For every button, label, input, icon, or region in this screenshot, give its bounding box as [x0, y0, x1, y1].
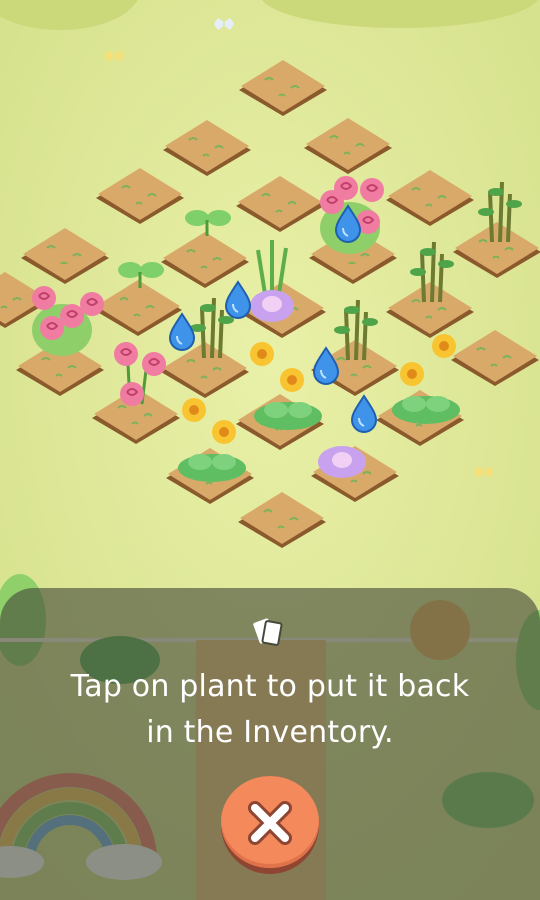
close-icon — [248, 801, 292, 845]
tutorial-line-2: in the Inventory. — [146, 715, 394, 750]
tutorial-line-1: Tap on plant to put it back — [70, 669, 470, 704]
close-button[interactable] — [221, 776, 319, 874]
cards-icon — [253, 618, 283, 646]
tutorial-message: Tap on plant to put it back in the Inven… — [0, 664, 540, 756]
